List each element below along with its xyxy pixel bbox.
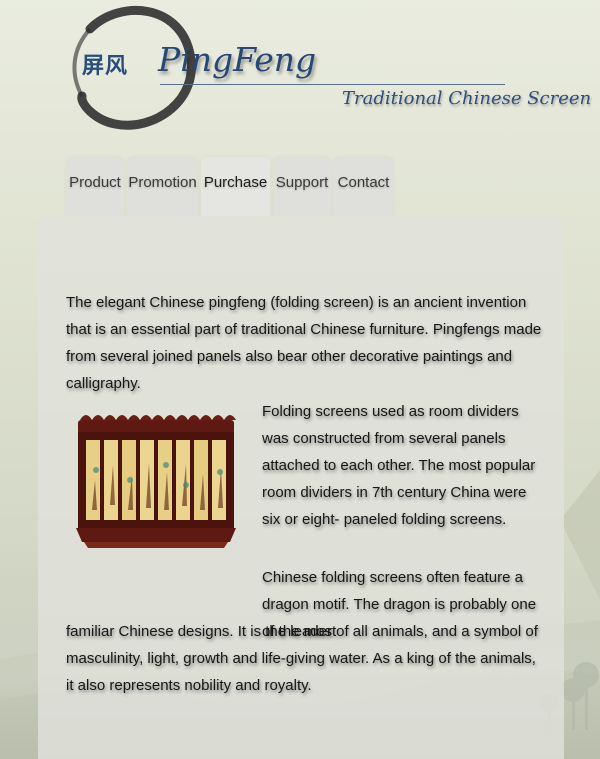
brand-tagline: Traditional Chinese Screen — [342, 88, 592, 109]
nav-tabs: Product Promotion Purchase Support Conta… — [66, 157, 393, 217]
logo-characters: 屏风 — [82, 54, 129, 79]
dragon-paragraph-rest: familiar Chinese designs. It is the lead… — [66, 623, 538, 694]
tab-purchase[interactable]: Purchase — [201, 157, 270, 217]
brand-divider — [160, 84, 505, 85]
tab-support[interactable]: Support — [273, 157, 331, 217]
intro-paragraph: The elegant Chinese pingfeng (folding sc… — [66, 294, 542, 392]
tab-promotion[interactable]: Promotion — [127, 157, 198, 217]
tab-contact[interactable]: Contact — [334, 157, 393, 217]
room-dividers-paragraph: Folding screens used as room dividers wa… — [262, 403, 536, 528]
brand-name[interactable]: PingFeng — [158, 40, 316, 79]
folding-screen-image — [74, 410, 238, 552]
tab-product[interactable]: Product — [66, 157, 124, 217]
